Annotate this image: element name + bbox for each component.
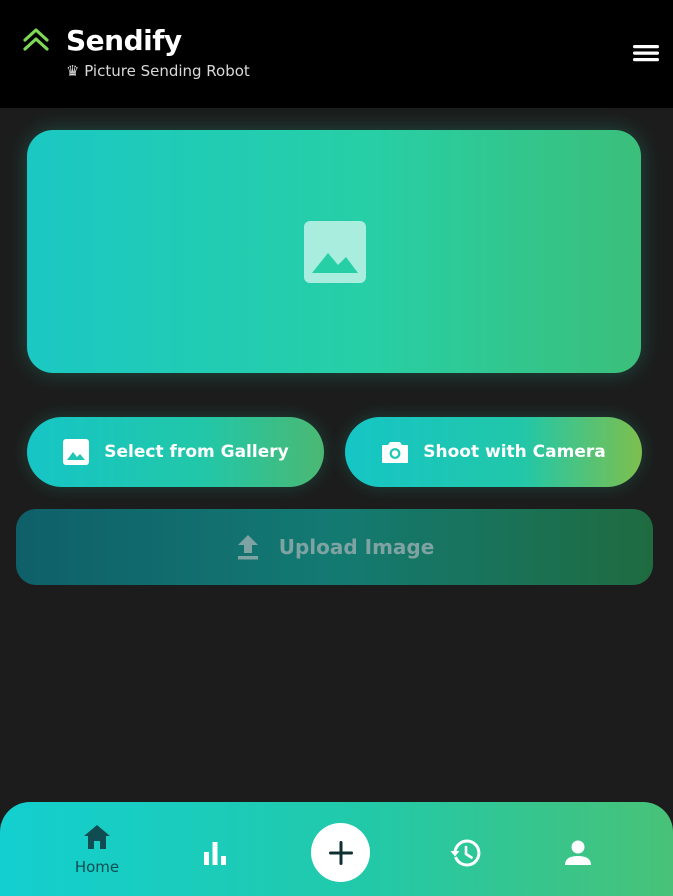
plus-icon [328,840,353,865]
select-from-gallery-button[interactable]: Select from Gallery [27,417,324,487]
home-icon [84,825,110,849]
person-icon [565,840,591,865]
gallery-button-label: Select from Gallery [104,442,289,462]
app-subtitle: ♛ Picture Sending Robot [66,62,250,80]
history-icon [450,839,481,867]
bottom-navigation: Home [0,802,673,896]
image-icon [63,439,90,465]
nav-stats[interactable] [200,838,230,868]
upload-icon [237,535,258,560]
nav-history[interactable] [450,837,482,869]
nav-add-button[interactable] [311,823,370,882]
shoot-with-camera-button[interactable]: Shoot with Camera [345,417,642,487]
app-root: Sendify ♛ Picture Sending Robot Select f… [0,0,673,896]
nav-home[interactable]: Home [66,822,128,886]
hamburger-menu-icon[interactable] [631,40,661,66]
bar-chart-icon [204,842,226,865]
nav-home-label: Home [74,858,120,876]
upload-image-button[interactable]: Upload Image [16,509,653,585]
nav-profile[interactable] [563,838,593,868]
app-title: Sendify [66,24,182,57]
camera-button-label: Shoot with Camera [423,442,606,462]
double-chevron-up-icon [23,28,49,51]
camera-icon [382,442,409,463]
upload-button-label: Upload Image [278,535,435,559]
app-header: Sendify ♛ Picture Sending Robot [0,0,673,108]
image-placeholder-icon [304,221,366,283]
